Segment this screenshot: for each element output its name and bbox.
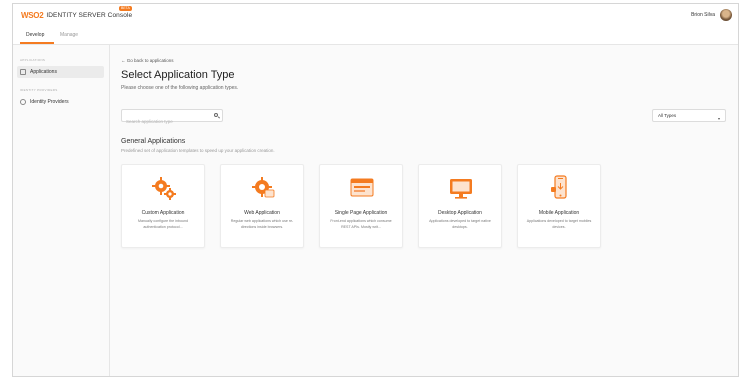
mode-tabs: Develop Manage: [13, 26, 738, 45]
card-title: Web Application: [244, 210, 280, 216]
card-title: Mobile Application: [538, 210, 580, 216]
card-title: Desktop Application: [438, 210, 482, 216]
applications-icon: [20, 69, 26, 75]
product-logo[interactable]: WSO2 IDENTITY SERVER Console: [21, 11, 132, 20]
section-title: General Applications: [121, 138, 186, 145]
card-description: Applications developed to target mobiles…: [526, 219, 592, 229]
identity-providers-icon: [20, 99, 26, 105]
gears-icon: [152, 177, 176, 200]
sidebar-item-label: Applications: [30, 69, 57, 75]
section-subtitle: Predefined set of application templates …: [121, 148, 275, 153]
card-description: Regular web applications which use re-di…: [230, 219, 294, 229]
card-single-page-application[interactable]: Single Page Application Front-end applic…: [319, 164, 403, 248]
page-title: Select Application Type: [121, 69, 235, 81]
logo-mark: WSO2: [21, 11, 44, 20]
sidebar-item-identity-providers[interactable]: Identity Providers: [17, 96, 104, 108]
card-title: Single Page Application: [334, 210, 388, 216]
card-desktop-application[interactable]: Desktop Application Applications develop…: [418, 164, 502, 248]
top-header: WSO2 IDENTITY SERVER Console BETA Brion …: [13, 4, 738, 26]
tab-develop[interactable]: Develop: [26, 32, 44, 38]
sidebar-item-applications[interactable]: Applications: [17, 66, 104, 78]
type-filter-dropdown[interactable]: All Types ▾: [652, 109, 726, 122]
filter-selected-value: All Types: [658, 113, 677, 118]
search-icon[interactable]: [214, 113, 218, 117]
desktop-monitor-icon: [450, 179, 472, 199]
search-input[interactable]: [122, 115, 212, 128]
logo-text: IDENTITY SERVER Console: [46, 12, 133, 19]
sidebar: APPLICATIONS Applications IDENTITY PROVI…: [13, 45, 110, 376]
sidebar-section-identity-providers: IDENTITY PROVIDERS: [20, 88, 58, 92]
spa-window-icon: [350, 178, 374, 197]
search-box: [121, 109, 223, 128]
sidebar-section-applications: APPLICATIONS: [20, 58, 46, 62]
avatar[interactable]: [720, 9, 732, 21]
card-custom-application[interactable]: Custom Application Manually configure th…: [121, 164, 205, 248]
card-description: Applications developed to target native …: [429, 219, 491, 229]
card-description: Manually configure the inbound authentic…: [138, 219, 188, 229]
card-title: Custom Application: [141, 210, 185, 216]
sidebar-item-label: Identity Providers: [30, 99, 69, 105]
web-gear-icon: [252, 177, 275, 198]
active-tab-indicator: [20, 42, 54, 44]
chevron-down-icon: ▾: [717, 116, 720, 121]
main-content: ← Go back to applications Select Applica…: [110, 45, 738, 376]
beta-badge: BETA: [119, 6, 132, 11]
user-menu[interactable]: Brion Silva: [691, 9, 732, 21]
user-name: Brion Silva: [691, 12, 715, 18]
back-to-applications-link[interactable]: ← Go back to applications: [121, 58, 174, 63]
tab-manage[interactable]: Manage: [60, 32, 78, 38]
card-mobile-application[interactable]: Mobile Application Applications develope…: [517, 164, 601, 248]
card-description: Front-end applications which consume RES…: [330, 219, 392, 229]
page-subtitle: Please choose one of the following appli…: [121, 85, 239, 91]
card-web-application[interactable]: Web Application Regular web applications…: [220, 164, 304, 248]
console-window: WSO2 IDENTITY SERVER Console BETA Brion …: [12, 3, 739, 377]
mobile-phone-icon: [551, 175, 567, 199]
